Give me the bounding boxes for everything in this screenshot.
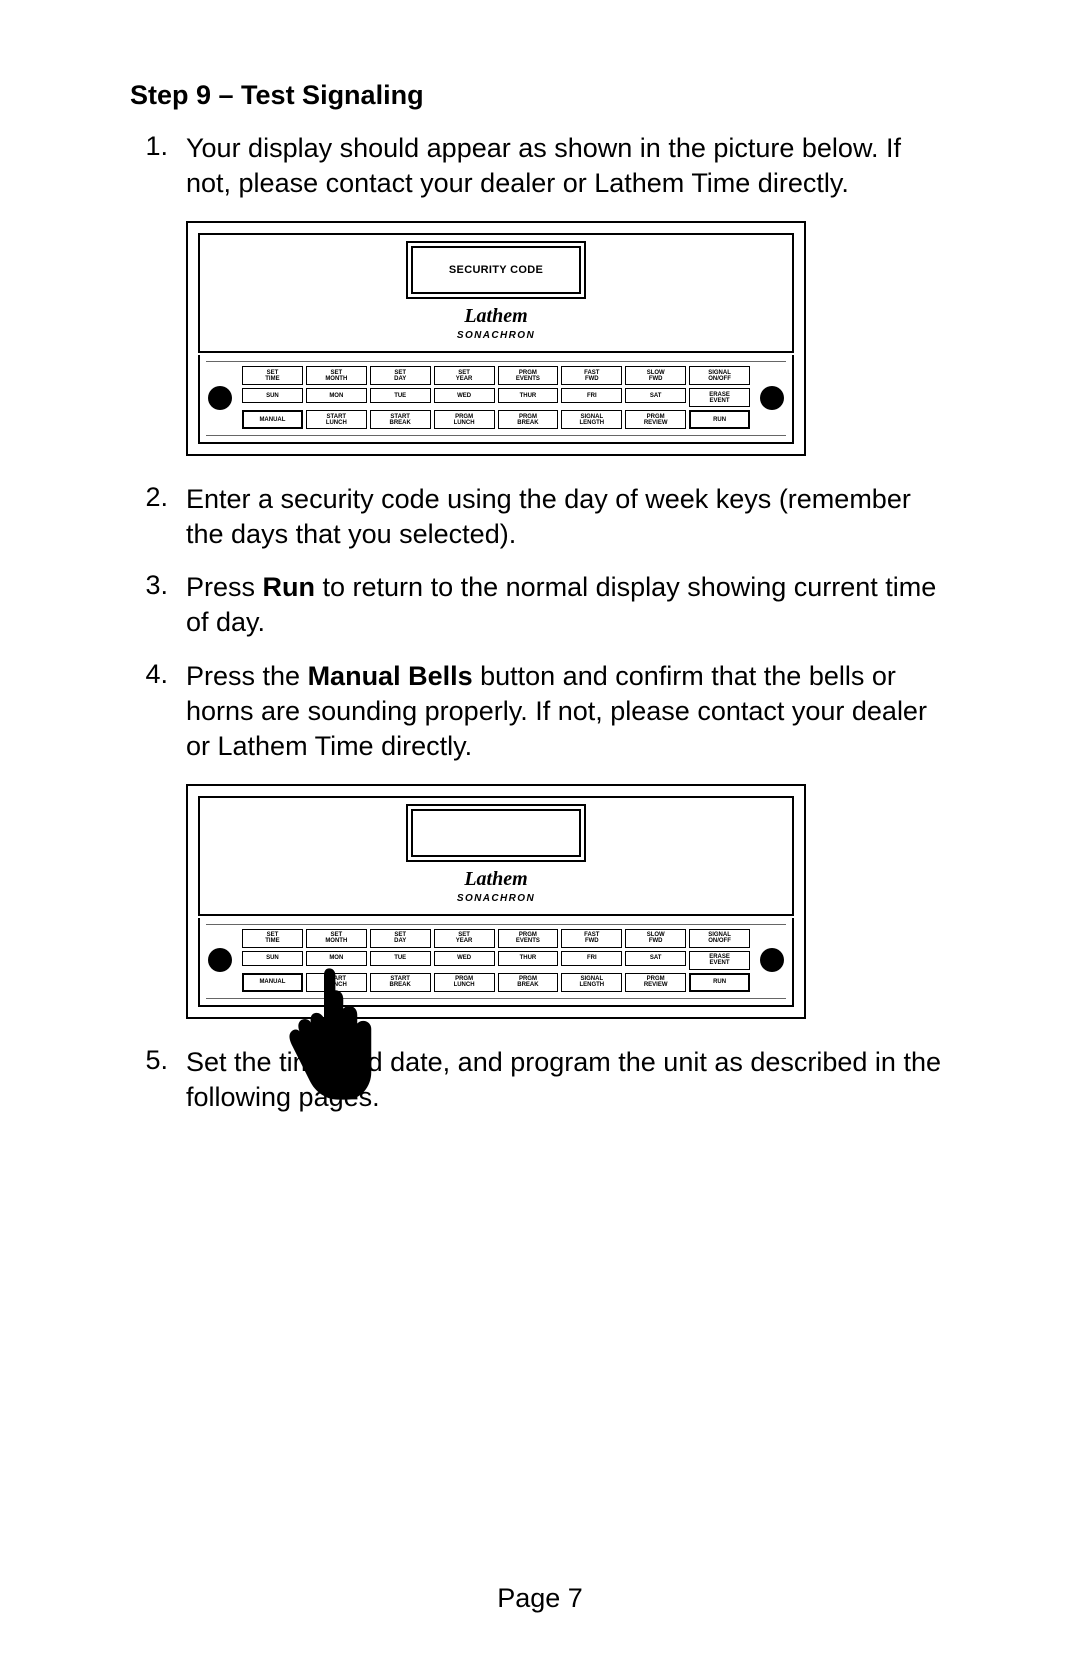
keypad-key: PRGM BREAK — [498, 410, 559, 429]
lcd-frame — [406, 804, 586, 862]
keypad-key: SIGNAL LENGTH — [561, 973, 622, 992]
keypad-key: MON — [306, 388, 367, 403]
keypad-key: SET TIME — [242, 366, 303, 385]
list-body: Press the Manual Bells button and confir… — [186, 659, 950, 764]
key-grid: SET TIMESET MONTHSET DAYSET YEARPRGM EVE… — [242, 929, 750, 992]
instruction-list-cont: 2. Enter a security code using the day o… — [130, 482, 950, 764]
keypad-key: RUN — [689, 973, 750, 992]
bold-text: Manual Bells — [308, 661, 473, 691]
keypad-key: SLOW FWD — [625, 929, 686, 948]
keypad-key: FAST FWD — [561, 929, 622, 948]
keypad-key: START BREAK — [370, 973, 431, 992]
keypad-key: FRI — [561, 951, 622, 966]
keypad-key: THUR — [498, 388, 559, 403]
device-diagram-2: Lathem SONACHRON SET TIMESET MONTHSET DA… — [186, 784, 950, 1019]
bold-text: Run — [263, 572, 315, 602]
keypad-key: MANUAL — [242, 973, 303, 992]
list-item-1: 1. Your display should appear as shown i… — [130, 131, 950, 201]
keypad-key: SET MONTH — [306, 366, 367, 385]
lcd-frame: SECURITY CODE — [406, 241, 586, 299]
brand-logo: Lathem — [200, 868, 792, 891]
lcd-screen — [411, 809, 581, 857]
list-item-2: 2. Enter a security code using the day o… — [130, 482, 950, 552]
list-number: 4. — [130, 659, 168, 764]
keypad-key: PRGM EVENTS — [498, 366, 559, 385]
list-number: 3. — [130, 570, 168, 640]
dot-left — [208, 948, 232, 972]
instruction-list-end: 5. Set the time and date, and program th… — [130, 1045, 950, 1115]
keypad-key: SIGNAL LENGTH — [561, 410, 622, 429]
lcd-screen: SECURITY CODE — [411, 246, 581, 294]
keypad-key: THUR — [498, 951, 559, 966]
section-heading: Step 9 – Test Signaling — [130, 80, 950, 111]
dot-right — [760, 948, 784, 972]
device-diagram-1: SECURITY CODE Lathem SONACHRON SET TIMES… — [186, 221, 950, 456]
dot-right — [760, 386, 784, 410]
keypad-key: ERASE EVENT — [689, 951, 750, 970]
keypad-key: SAT — [625, 951, 686, 966]
keypad-key: FAST FWD — [561, 366, 622, 385]
keypad-key: SLOW FWD — [625, 366, 686, 385]
keypad-key: SUN — [242, 951, 303, 966]
keypad-key: PRGM LUNCH — [434, 410, 495, 429]
list-item-3: 3. Press Run to return to the normal dis… — [130, 570, 950, 640]
keypad-key: WED — [434, 388, 495, 403]
list-item-4: 4. Press the Manual Bells button and con… — [130, 659, 950, 764]
keypad-key: PRGM REVIEW — [625, 410, 686, 429]
keypad-key: SUN — [242, 388, 303, 403]
brand-subtitle: SONACHRON — [200, 330, 792, 341]
keypad-key: MON — [306, 951, 367, 966]
list-number: 1. — [130, 131, 168, 201]
dot-left — [208, 386, 232, 410]
text: Enter a security code using the day of w… — [186, 484, 911, 549]
keypad-key: ERASE EVENT — [689, 388, 750, 407]
list-body: Your display should appear as shown in t… — [186, 131, 950, 201]
key-grid: SET TIMESET MONTHSET DAYSET YEARPRGM EVE… — [242, 366, 750, 429]
list-item-5: 5. Set the time and date, and program th… — [130, 1045, 950, 1115]
lcd-text: SECURITY CODE — [449, 264, 543, 276]
keypad: SET TIMESET MONTHSET DAYSET YEARPRGM EVE… — [206, 924, 786, 999]
list-body: Set the time and date, and program the u… — [186, 1045, 950, 1115]
keypad-key: FRI — [561, 388, 622, 403]
list-body: Press Run to return to the normal displa… — [186, 570, 950, 640]
keypad-key: SIGNAL ON/OFF — [689, 929, 750, 948]
keypad-key: SET YEAR — [434, 366, 495, 385]
keypad-key: MANUAL — [242, 410, 303, 429]
instruction-list: 1. Your display should appear as shown i… — [130, 131, 950, 201]
keypad-key: WED — [434, 951, 495, 966]
keypad-key: PRGM REVIEW — [625, 973, 686, 992]
keypad-key: SET TIME — [242, 929, 303, 948]
keypad-key: START LUNCH — [306, 410, 367, 429]
keypad-key: TUE — [370, 951, 431, 966]
brand-subtitle: SONACHRON — [200, 893, 792, 904]
keypad-key: PRGM EVENTS — [498, 929, 559, 948]
text: Press — [186, 572, 263, 602]
keypad-key: SIGNAL ON/OFF — [689, 366, 750, 385]
keypad-key: SET DAY — [370, 929, 431, 948]
list-number: 2. — [130, 482, 168, 552]
brand-logo: Lathem — [200, 305, 792, 328]
text: Press the — [186, 661, 308, 691]
keypad-key: RUN — [689, 410, 750, 429]
text: Your display should appear as shown in t… — [186, 133, 901, 198]
keypad-key: START LUNCH — [306, 973, 367, 992]
keypad-key: START BREAK — [370, 410, 431, 429]
keypad: SET TIMESET MONTHSET DAYSET YEARPRGM EVE… — [206, 361, 786, 436]
keypad-key: SET MONTH — [306, 929, 367, 948]
keypad-key: PRGM LUNCH — [434, 973, 495, 992]
keypad-key: SET YEAR — [434, 929, 495, 948]
text: Set the time and date, and program the u… — [186, 1047, 941, 1112]
keypad-key: SET DAY — [370, 366, 431, 385]
keypad-key: TUE — [370, 388, 431, 403]
page-number: Page 7 — [130, 1583, 950, 1614]
list-body: Enter a security code using the day of w… — [186, 482, 950, 552]
keypad-key: PRGM BREAK — [498, 973, 559, 992]
keypad-key: SAT — [625, 388, 686, 403]
list-number: 5. — [130, 1045, 168, 1115]
